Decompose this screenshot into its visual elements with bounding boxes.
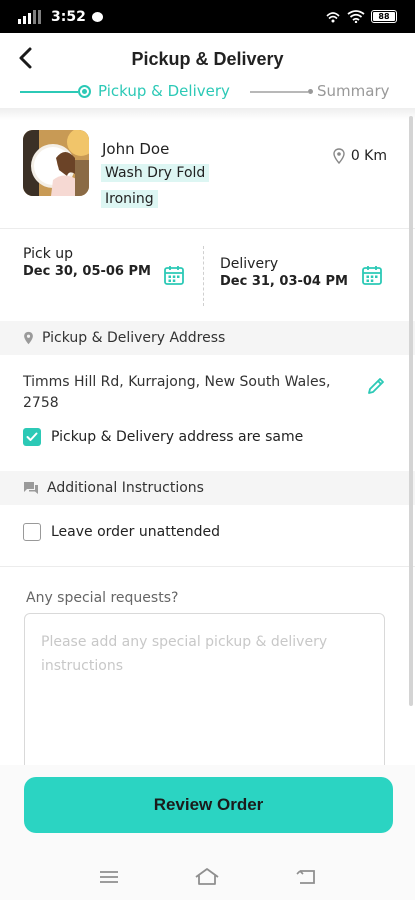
signal-icon xyxy=(18,9,41,24)
pencil-icon[interactable] xyxy=(366,376,386,396)
page-title: Pickup & Delivery xyxy=(131,48,284,69)
dates-divider xyxy=(203,246,204,306)
delivery-title: Delivery xyxy=(220,256,279,272)
battery-icon: 88 xyxy=(371,10,397,23)
status-bar: 3:52 88 xyxy=(0,0,415,33)
step-indicator-inactive xyxy=(308,89,313,94)
delivery-slot[interactable]: Delivery Dec 31, 03-04 PM xyxy=(220,256,348,292)
pickup-slot[interactable]: Pick up Dec 30, 05-06 PM xyxy=(23,246,153,282)
unattended-label: Leave order unattended xyxy=(51,524,221,540)
customer-name: John Doe xyxy=(102,140,170,158)
checkbox-checked[interactable] xyxy=(23,428,41,446)
calendar-icon[interactable] xyxy=(361,264,383,286)
schedule: Pick up Dec 30, 05-06 PM Delivery Dec 31… xyxy=(0,236,415,316)
arrow-left-icon xyxy=(19,47,32,69)
map-pin-icon xyxy=(333,148,345,164)
step-line-active xyxy=(20,91,78,93)
chat-bubble-icon xyxy=(24,482,38,494)
review-order-button[interactable]: Review Order xyxy=(24,777,393,833)
divider xyxy=(0,228,415,229)
service-tag: Wash Dry Fold xyxy=(101,164,210,182)
step-line-inactive xyxy=(250,91,308,93)
distance: 0 Km xyxy=(333,148,387,164)
status-right: 88 xyxy=(325,10,397,23)
progress-stepper: Pickup & Delivery Summary xyxy=(0,80,415,104)
instructions-heading: Additional Instructions xyxy=(0,471,415,505)
status-left: 3:52 xyxy=(18,9,103,25)
address-heading: Pickup & Delivery Address xyxy=(0,321,415,355)
bottom-action-area: Review Order xyxy=(0,765,415,853)
header-divider xyxy=(0,108,415,120)
step-indicator-active xyxy=(78,85,91,98)
battery-level: 88 xyxy=(378,12,390,21)
status-time: 3:52 xyxy=(51,8,86,25)
same-address-checkbox-row[interactable]: Pickup & Delivery address are same xyxy=(23,428,303,446)
step-label-summary: Summary xyxy=(317,82,390,100)
distance-value: 0 Km xyxy=(350,148,387,164)
map-pin-icon xyxy=(24,331,33,345)
service-tag: Ironing xyxy=(101,190,158,208)
special-requests-input[interactable] xyxy=(24,613,385,783)
special-requests-label: Any special requests? xyxy=(26,590,179,606)
message-icon xyxy=(91,11,103,22)
menu-icon[interactable] xyxy=(96,867,122,887)
pickup-value: Dec 30, 05-06 PM xyxy=(23,264,151,279)
same-address-label: Pickup & Delivery address are same xyxy=(51,429,304,445)
back-icon[interactable] xyxy=(293,867,319,887)
divider xyxy=(0,566,415,567)
wifi-icon xyxy=(347,10,365,23)
delivery-value: Dec 31, 03-04 PM xyxy=(220,274,348,289)
header: Pickup & Delivery xyxy=(0,33,415,85)
check-icon xyxy=(26,432,38,441)
back-button[interactable] xyxy=(14,45,38,71)
avatar xyxy=(23,130,89,196)
home-icon[interactable] xyxy=(194,867,220,887)
checkbox-unchecked[interactable] xyxy=(23,523,41,541)
customer-photo xyxy=(23,130,89,196)
wifi-calling-icon xyxy=(326,11,340,22)
system-nav-bar xyxy=(0,853,415,900)
instructions-heading-label: Additional Instructions xyxy=(47,480,204,496)
scrollbar[interactable] xyxy=(409,116,413,706)
address-heading-label: Pickup & Delivery Address xyxy=(42,330,226,346)
unattended-checkbox-row[interactable]: Leave order unattended xyxy=(23,523,220,541)
customer-card: John Doe Wash Dry Fold Ironing 0 Km xyxy=(0,120,415,226)
step-label-pickup: Pickup & Delivery xyxy=(98,82,230,100)
pickup-title: Pick up xyxy=(23,246,74,262)
address-text: Timms Hill Rd, Kurrajong, New South Wale… xyxy=(23,374,331,411)
calendar-icon[interactable] xyxy=(163,264,185,286)
